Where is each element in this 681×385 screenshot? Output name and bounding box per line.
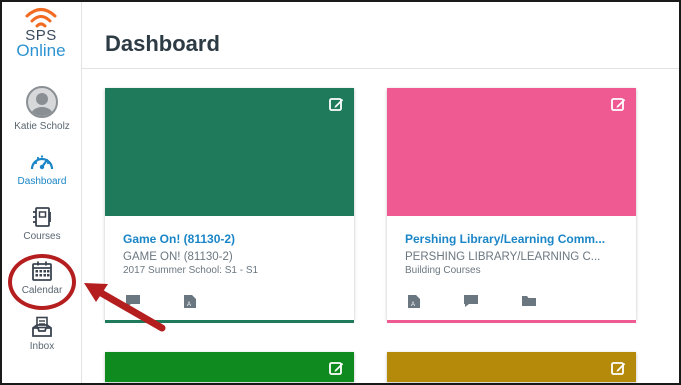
nav-account[interactable]: Katie Scholz — [2, 86, 82, 132]
assignments-icon[interactable]: A — [183, 294, 197, 309]
course-code: PERSHING LIBRARY/LEARNING C... — [405, 251, 601, 263]
course-card-info: Pershing Library/Learning Comm... PERSHI… — [387, 216, 636, 320]
svg-text:A: A — [411, 302, 415, 308]
annotation-arrow-icon — [84, 283, 166, 332]
course-card-bottom-bar — [387, 320, 636, 323]
nav-inbox[interactable]: Inbox — [2, 316, 82, 352]
course-term: Building Courses — [405, 265, 481, 276]
course-code: GAME ON! (81130-2) — [123, 251, 233, 263]
course-card-hero[interactable] — [105, 88, 354, 216]
course-card-3[interactable] — [105, 352, 354, 382]
nav-dashboard-label: Dashboard — [17, 176, 67, 187]
nav-inbox-label: Inbox — [29, 341, 55, 352]
course-card-actions: A — [407, 294, 537, 309]
nav-courses-label: Courses — [23, 231, 61, 242]
edit-card-icon[interactable] — [611, 361, 626, 376]
edit-card-icon[interactable] — [611, 97, 626, 112]
header-divider — [82, 68, 679, 69]
course-card-pershing-library[interactable]: Pershing Library/Learning Comm... PERSHI… — [387, 88, 636, 323]
course-card-4[interactable] — [387, 352, 636, 382]
course-name-link[interactable]: Pershing Library/Learning Comm... — [405, 232, 618, 246]
course-card-hero[interactable] — [387, 352, 636, 382]
wifi-logo-icon — [25, 8, 57, 28]
course-card-hero[interactable] — [105, 352, 354, 382]
inbox-icon — [32, 316, 52, 337]
global-nav-sidebar: SPS Online Katie Scholz Dashboard Course… — [2, 2, 82, 383]
nav-account-label: Katie Scholz — [14, 121, 70, 132]
dashboard-icon — [30, 155, 54, 170]
files-icon[interactable] — [521, 294, 537, 307]
course-card-hero[interactable] — [387, 88, 636, 216]
course-name-link[interactable]: Game On! (81130-2) — [123, 232, 336, 246]
page-title: Dashboard — [105, 31, 220, 56]
nav-courses[interactable]: Courses — [2, 206, 82, 242]
svg-text:A: A — [187, 302, 191, 308]
logo-text-online: Online — [16, 41, 66, 60]
courses-icon — [33, 207, 51, 227]
calendar-highlight-circle — [8, 254, 76, 310]
sps-online-logo[interactable]: SPS Online — [8, 6, 74, 68]
nav-dashboard[interactable]: Dashboard — [2, 151, 82, 187]
assignments-icon[interactable]: A — [407, 294, 421, 309]
course-term: 2017 Summer School: S1 - S1 — [123, 265, 259, 276]
edit-card-icon[interactable] — [329, 361, 344, 376]
edit-card-icon[interactable] — [329, 97, 344, 112]
avatar-icon — [26, 86, 58, 118]
announcements-icon[interactable] — [463, 294, 479, 308]
